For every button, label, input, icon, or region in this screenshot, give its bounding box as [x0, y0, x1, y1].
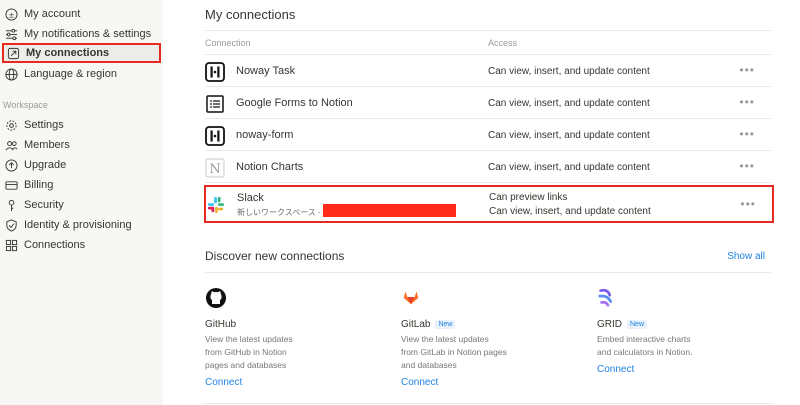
noway-logo-icon	[205, 126, 225, 146]
integration-card-grid: GRID New Embed interactive charts and cal…	[597, 287, 777, 397]
sidebar-item-label: Upgrade	[24, 159, 67, 171]
sidebar-item-notifications[interactable]: My notifications & settings	[2, 24, 161, 44]
integration-card-gitlab: GitLab New View the latest updates from G…	[401, 287, 581, 397]
slack-logo-icon	[206, 195, 226, 215]
sidebar-item-language-region[interactable]: Language & region	[2, 64, 161, 84]
sidebar-item-billing[interactable]: Billing	[2, 175, 161, 195]
integration-name: GitHub	[205, 319, 237, 330]
more-options-icon[interactable]: •••	[739, 127, 755, 141]
sidebar-item-label: Billing	[24, 179, 54, 191]
members-icon	[4, 138, 18, 152]
connection-workspace: 新しいワークスペース -	[237, 208, 321, 217]
connection-access: Can preview links	[489, 192, 568, 203]
list-logo-icon	[205, 94, 225, 114]
table-row[interactable]: N Notion Charts Can view, insert, and up…	[205, 151, 771, 183]
column-header-access: Access	[488, 38, 518, 48]
shield-icon	[4, 218, 18, 232]
connection-name: Google Forms to Notion	[236, 97, 353, 109]
main-panel: My connections Connection Access Noway T…	[163, 0, 800, 405]
connection-access: Can view, insert, and update content	[488, 162, 650, 173]
divider	[205, 403, 771, 404]
sidebar-item-label: Language & region	[24, 68, 117, 80]
integration-description: View the latest updates from GitHub in N…	[205, 334, 293, 370]
integration-name: GitLab New	[401, 319, 456, 330]
connect-github-button[interactable]: Connect	[205, 377, 242, 388]
integration-name: GRID New	[597, 319, 648, 330]
gear-icon	[4, 118, 18, 132]
connection-name: Slack	[237, 192, 264, 204]
more-options-icon[interactable]: •••	[739, 63, 755, 77]
connection-access: Can view, insert, and update content	[488, 98, 650, 109]
connection-name: noway-form	[236, 129, 294, 141]
svg-text:N: N	[209, 162, 220, 177]
sidebar-item-identity-provisioning[interactable]: Identity & provisioning	[2, 215, 161, 235]
connection-access-secondary: Can view, insert, and update content	[489, 206, 651, 217]
table-row[interactable]: Google Forms to Notion Can view, insert,…	[205, 87, 771, 119]
new-badge: New	[435, 320, 456, 329]
sidebar-item-label: My account	[24, 8, 81, 20]
sidebar-item-label: Identity & provisioning	[24, 219, 132, 231]
sidebar-item-label: Connections	[24, 239, 86, 251]
table-row[interactable]: Noway Task Can view, insert, and update …	[205, 55, 771, 87]
sidebar-item-label: Settings	[24, 119, 64, 131]
sidebar-item-my-connections[interactable]: My connections	[2, 43, 161, 63]
more-options-icon[interactable]: •••	[739, 95, 755, 109]
connection-access: Can view, insert, and update content	[488, 66, 650, 77]
sidebar-item-label: My connections	[26, 47, 110, 59]
more-options-icon[interactable]: •••	[740, 197, 756, 211]
key-icon	[4, 198, 18, 212]
table-row-slack[interactable]: Slack 新しいワークスペース - Can preview links Can…	[204, 185, 774, 223]
sidebar-item-upgrade[interactable]: Upgrade	[2, 155, 161, 175]
settings-sidebar: ± My account My notifications & settings…	[0, 0, 163, 405]
noway-logo-icon	[205, 62, 225, 82]
integration-description: View the latest updates from GitLab in N…	[401, 334, 507, 370]
divider	[205, 272, 771, 273]
grid-icon	[4, 238, 18, 252]
github-logo-icon	[205, 287, 227, 309]
sidebar-item-settings[interactable]: Settings	[2, 115, 161, 135]
svg-text:±: ±	[8, 10, 14, 19]
discover-title: Discover new connections	[205, 249, 345, 263]
more-options-icon[interactable]: •••	[739, 159, 755, 173]
show-all-link[interactable]: Show all	[727, 251, 765, 262]
sidebar-item-label: Members	[24, 139, 70, 151]
account-icon: ±	[4, 7, 18, 21]
integration-card-github: GitHub View the latest updates from GitH…	[205, 287, 385, 397]
connection-access: Can view, insert, and update content	[488, 130, 650, 141]
gitlab-logo-icon	[401, 287, 423, 309]
sidebar-item-connections[interactable]: Connections	[2, 235, 161, 255]
connect-grid-button[interactable]: Connect	[597, 364, 634, 375]
table-row[interactable]: noway-form Can view, insert, and update …	[205, 119, 771, 151]
sidebar-item-label: Security	[24, 199, 64, 211]
workspace-section-label: Workspace	[3, 100, 48, 110]
billing-icon	[4, 178, 18, 192]
divider	[205, 30, 771, 31]
notion-n-logo-icon: N	[205, 158, 225, 178]
sidebar-item-security[interactable]: Security	[2, 195, 161, 215]
connection-name: Notion Charts	[236, 161, 304, 173]
upgrade-icon	[4, 158, 18, 172]
connection-name: Noway Task	[236, 65, 296, 77]
integration-description: Embed interactive charts and calculators…	[597, 334, 693, 357]
sidebar-item-my-account[interactable]: ± My account	[2, 4, 161, 24]
redaction-block	[323, 204, 456, 217]
page-title: My connections	[205, 7, 296, 22]
sliders-icon	[4, 27, 18, 41]
globe-icon	[4, 67, 18, 81]
sidebar-item-label: My notifications & settings	[24, 28, 152, 40]
connections-arrow-icon	[6, 46, 20, 60]
connect-gitlab-button[interactable]: Connect	[401, 377, 438, 388]
new-badge: New	[627, 320, 648, 329]
grid-app-logo-icon	[597, 287, 619, 309]
sidebar-item-members[interactable]: Members	[2, 135, 161, 155]
column-header-connection: Connection	[205, 38, 251, 48]
